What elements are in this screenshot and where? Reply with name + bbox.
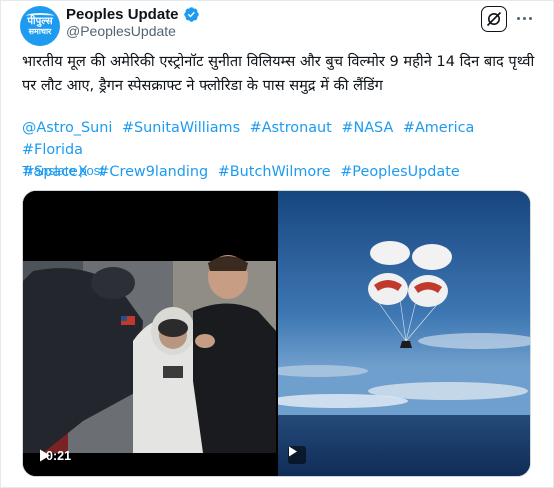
video-left-controls: 0:21 bbox=[39, 449, 71, 463]
mention-link[interactable]: @Astro_Suni bbox=[22, 120, 112, 136]
avatar-swoosh bbox=[26, 13, 54, 19]
play-icon[interactable] bbox=[288, 446, 298, 457]
more-options-icon bbox=[516, 16, 520, 20]
tweet-card: पीपुल्स समाचार Peoples Update @PeoplesUp… bbox=[0, 0, 554, 488]
video-right-controls bbox=[288, 446, 306, 464]
grok-icon bbox=[486, 11, 502, 27]
hashtag-link[interactable]: #Florida bbox=[22, 142, 83, 158]
account-handle[interactable]: @PeoplesUpdate bbox=[66, 23, 176, 39]
play-icon[interactable] bbox=[39, 449, 51, 462]
translate-post-link[interactable]: Translate post bbox=[22, 163, 104, 178]
hashtag-link[interactable]: #America bbox=[403, 120, 474, 136]
display-name[interactable]: Peoples Update bbox=[66, 6, 179, 23]
tweet-text: भारतीय मूल की अमेरिकी एस्ट्रोनॉट सुनीता … bbox=[22, 53, 535, 94]
hashtag-link[interactable]: #PeoplesUpdate bbox=[340, 164, 459, 180]
hashtag-link[interactable]: #Crew9landing bbox=[97, 164, 208, 180]
author-name-row: Peoples Update bbox=[66, 4, 200, 24]
hashtag-link[interactable]: #Astronaut bbox=[250, 120, 332, 136]
avatar[interactable]: पीपुल्स समाचार bbox=[20, 6, 60, 46]
video-right-thumbnail bbox=[278, 191, 530, 476]
video-left-thumbnail bbox=[23, 191, 276, 476]
hashtag-link[interactable]: #NASA bbox=[341, 120, 393, 136]
more-options-button[interactable] bbox=[513, 7, 535, 29]
avatar-text-line2: समाचार bbox=[28, 26, 52, 36]
hashtag-link[interactable]: #SunitaWilliams bbox=[122, 120, 240, 136]
media-grid: 0:21 bbox=[22, 190, 531, 477]
video-right[interactable] bbox=[278, 191, 530, 476]
video-left[interactable]: 0:21 bbox=[23, 191, 276, 476]
hashtag-link[interactable]: #ButchWilmore bbox=[218, 164, 331, 180]
verified-badge-icon bbox=[183, 6, 199, 22]
grok-button[interactable] bbox=[481, 6, 507, 32]
